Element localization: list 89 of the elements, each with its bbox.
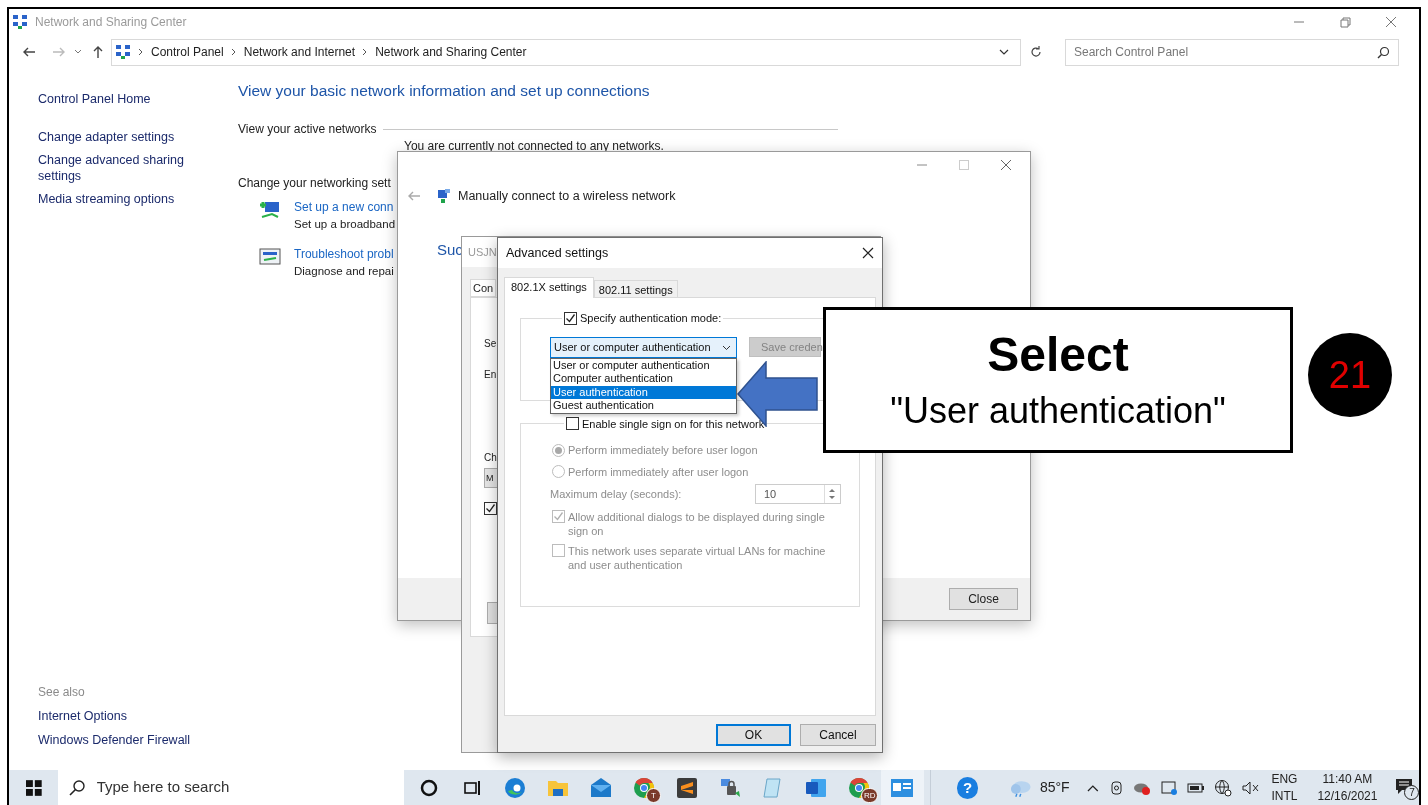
dialog-title: USJN xyxy=(468,244,497,260)
callout-text: "User authentication" xyxy=(890,389,1226,433)
sidebar-link[interactable]: Change adapter settings xyxy=(38,129,198,145)
window-title: Network and Sharing Center xyxy=(35,14,187,31)
display-icon[interactable] xyxy=(1160,779,1179,796)
taskbar-button[interactable]: T xyxy=(622,770,666,805)
breadcrumb-item[interactable]: Network and Sharing Center xyxy=(375,43,527,61)
browser-icon xyxy=(503,775,528,800)
clock-date[interactable]: 12/16/2021 xyxy=(1317,787,1378,805)
section-label: Change your networking sett xyxy=(238,175,392,191)
breadcrumb-item[interactable]: Network and Internet xyxy=(243,43,356,61)
field-label: En xyxy=(484,368,497,382)
window-icon xyxy=(890,776,915,799)
sidebar-link[interactable]: Windows Defender Firewall xyxy=(38,732,238,748)
camera-icon[interactable] xyxy=(1109,779,1125,796)
sidebar-link[interactable]: Change advanced sharing settings xyxy=(38,152,198,184)
dialog-title: Manually connect to a wireless network xyxy=(458,188,676,205)
search-field[interactable]: Search Control Panel xyxy=(1065,38,1399,66)
refresh-icon[interactable] xyxy=(1029,45,1043,59)
dropdown-option[interactable]: Computer authentication xyxy=(551,372,736,386)
close-button[interactable]: Close xyxy=(949,588,1018,610)
checkbox[interactable] xyxy=(564,311,577,325)
restore-button[interactable] xyxy=(1337,14,1353,30)
search-placeholder: Type here to search xyxy=(96,777,230,798)
up-arrow-icon[interactable] xyxy=(91,44,105,60)
step-number: 21 xyxy=(1328,352,1372,398)
radio-label: Perform immediately before user logon xyxy=(568,443,758,458)
network-setup-icon xyxy=(258,199,282,221)
field-label: Maximum delay (seconds): xyxy=(550,486,682,502)
checkbox[interactable] xyxy=(484,502,497,515)
field-label: Ch xyxy=(484,451,497,465)
task-description: Diagnose and repai xyxy=(294,264,394,279)
task-description: Set up a broadband xyxy=(294,217,396,232)
radio-label: Perform immediately after user logon xyxy=(568,464,749,480)
breadcrumb-separator-icon xyxy=(362,48,369,56)
envelope-icon xyxy=(589,775,614,800)
dropdown[interactable]: User or computer authentication xyxy=(550,336,737,358)
field-label: Se xyxy=(484,337,497,351)
dialog-heading: Suc xyxy=(437,239,463,260)
clock-time[interactable]: 11:40 AM xyxy=(1322,770,1373,788)
breadcrumb-separator-icon xyxy=(230,48,237,56)
battery-icon[interactable] xyxy=(1187,781,1206,794)
checkbox-label: This network uses separate virtual LANs for machine and user authentication xyxy=(568,544,827,572)
checkbox-label: Specify authentication mode: xyxy=(580,311,722,326)
app-icon xyxy=(12,14,28,30)
globe-icon[interactable] xyxy=(1214,778,1233,797)
caret-up-icon[interactable] xyxy=(1085,782,1100,793)
search-icon xyxy=(67,778,86,797)
section-label: View your active networks xyxy=(238,121,377,137)
sidebar-link[interactable]: Media streaming options xyxy=(38,191,198,207)
checkbox-label: Allow additional dialogs to be displayed during single sign on xyxy=(568,510,826,538)
task-link[interactable]: Set up a new conn xyxy=(294,199,396,216)
tab[interactable]: 802.1X settings xyxy=(504,277,594,298)
dropdown-option[interactable]: Guest authentication xyxy=(551,399,736,413)
address-network-icon xyxy=(115,44,131,60)
taskbar-button[interactable]: RD xyxy=(837,770,881,805)
sidebar-link[interactable]: Internet Options xyxy=(38,708,238,724)
cancel-button[interactable]: Cancel xyxy=(800,724,876,746)
checkbox-label: Enable single sign on for this network xyxy=(582,416,765,432)
tab[interactable]: 802.11 settings xyxy=(593,280,678,298)
tab[interactable]: Con xyxy=(470,279,497,297)
dialog-title: Advanced settings xyxy=(506,244,609,262)
weather-temperature: 85°F xyxy=(1039,778,1070,797)
section-label: See also xyxy=(38,684,86,700)
close-icon[interactable] xyxy=(862,247,874,259)
dropdown-value: User or computer authentication xyxy=(554,339,711,355)
search-placeholder: Search Control Panel xyxy=(1074,44,1189,61)
ok-button[interactable]: OK xyxy=(716,724,791,746)
notification-button[interactable]: 7 xyxy=(1395,775,1419,800)
address-bar[interactable]: Control Panel Network and Internet Network and Sharing Center xyxy=(111,38,1021,66)
dropdown-option[interactable]: User authentication xyxy=(551,385,736,399)
troubleshoot-icon xyxy=(258,246,282,268)
callout-title: Select xyxy=(987,327,1129,383)
task-link[interactable]: Troubleshoot probl xyxy=(294,246,394,263)
breadcrumb-separator-icon xyxy=(138,48,144,56)
search-icon[interactable] xyxy=(1377,45,1390,59)
taskbar-search-field[interactable]: Type here to search xyxy=(57,770,404,805)
editor-icon xyxy=(676,776,699,799)
start-icon[interactable] xyxy=(26,779,42,796)
breadcrumb-item[interactable]: Control Panel xyxy=(151,43,224,61)
language-indicator[interactable]: INTL xyxy=(1271,787,1298,805)
circle-icon xyxy=(419,777,440,798)
language-indicator[interactable]: ENG xyxy=(1271,770,1298,788)
page-heading: View your basic network information and set up connections xyxy=(238,81,651,101)
help-button[interactable]: ? xyxy=(956,776,979,799)
wireless-network-icon xyxy=(436,188,452,205)
sidebar-link[interactable]: Control Panel Home xyxy=(38,91,238,107)
dropdown-option[interactable]: User or computer authentication xyxy=(551,358,736,372)
field-value: 10 xyxy=(764,486,777,502)
